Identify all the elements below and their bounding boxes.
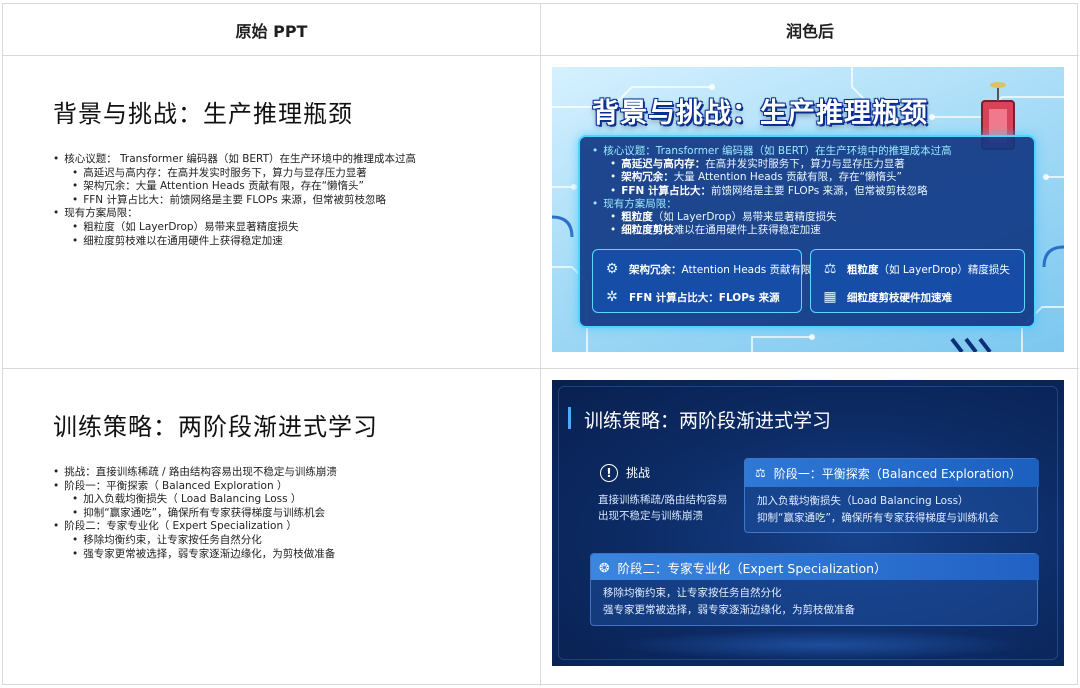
card-row: ⚙ 架构冗余：Attention Heads 贡献有限 <box>603 260 812 278</box>
list-item: 移除均衡约束，让专家按任务自然分化 <box>53 534 540 548</box>
glow-decoration <box>612 630 1032 660</box>
alert-icon: ! <box>600 464 618 482</box>
polished-slide-2-title: 训练策略：两阶段渐进式学习 <box>584 410 832 432</box>
list-item: 高延迟与高内存：在高并发实时服务下，算力与显存压力显著 <box>592 158 952 171</box>
list-item: 现有方案局限： <box>592 198 952 211</box>
list-item: 架构冗余：大量 Attention Heads 贡献有限，存在“懒惰头” <box>592 171 952 184</box>
content-panel: 核心议题：Transformer 编码器（如 BERT）在生产环境中的推理成本过… <box>578 135 1036 328</box>
header-original: 原始 PPT <box>3 4 541 56</box>
stage2-text: 移除均衡约束，让专家按任务自然分化 强专家更常被选择，弱专家逐渐边缘化，为剪枝做… <box>603 587 855 616</box>
polished-slide-1-cell: 背景与挑战：生产推理瓶颈 核心议题：Transformer 编码器（如 BERT… <box>541 56 1079 369</box>
polished-slide-1: 背景与挑战：生产推理瓶颈 核心议题：Transformer 编码器（如 BERT… <box>552 67 1064 352</box>
list-item: 抑制“赢家通吃”，确保所有专家获得梯度与训练机会 <box>53 507 540 521</box>
list-item: 粗粒度（如 LayerDrop）易带来显著精度损失 <box>592 211 952 224</box>
list-item: 核心议题：Transformer 编码器（如 BERT）在生产环境中的推理成本过… <box>592 145 951 158</box>
list-item: 挑战：直接训练稀疏 / 路由结构容易出现不稳定与训练崩溃 <box>53 466 540 480</box>
polished-slide-1-bullets: 核心议题：Transformer 编码器（如 BERT）在生产环境中的推理成本过… <box>592 145 952 237</box>
original-slide-1: 背景与挑战：生产推理瓶颈 核心议题： Transformer 编码器（如 BER… <box>3 56 541 369</box>
brain-icon: ❂ <box>599 559 610 575</box>
list-item: 架构冗余：大量 Attention Heads 贡献有限，存在“懒惰头” <box>53 180 540 194</box>
stage1-text: 加入负载均衡损失（Load Balancing Loss） 抑制“赢家通吃”，确… <box>757 495 999 524</box>
redundancy-card: ⚙ 架构冗余：Attention Heads 贡献有限 ✲ FFN 计算占比大：… <box>592 249 812 313</box>
challenge-label: 挑战 <box>626 466 651 480</box>
list-item: FFN 计算占比大：前馈网络是主要 FLOPs 来源，但常被剪枝忽略 <box>592 185 952 198</box>
original-slide-1-title: 背景与挑战：生产推理瓶颈 <box>53 100 353 128</box>
original-slide-2: 训练策略：两阶段渐进式学习 挑战：直接训练稀疏 / 路由结构容易出现不稳定与训练… <box>3 369 541 686</box>
list-item: 细粒度剪枝难以在通用硬件上获得稳定加速 <box>592 224 952 237</box>
stage1-title: 阶段一：平衡探索（Balanced Exploration） <box>773 466 1022 481</box>
list-item: 高延迟与高内存：在高并发实时服务下，算力与显存压力显著 <box>53 167 540 181</box>
title-accent-bar <box>568 407 571 429</box>
card-row: ⚖ 粗粒度（如 LayerDrop）精度损失 <box>821 260 1010 278</box>
challenge-text: 直接训练稀疏/路由结构容易 出现不稳定与训练崩溃 <box>598 494 728 522</box>
balance-scale-icon: ⚖ <box>755 466 766 480</box>
stage2-card: ❂ 阶段二：专家专业化（Expert Specialization） 移除均衡约… <box>590 553 1039 626</box>
gear-question-icon: ⚙ <box>605 261 619 277</box>
header-polished: 润色后 <box>541 4 1079 56</box>
chip-icon: ▦ <box>823 289 837 305</box>
header-polished-label: 润色后 <box>785 21 834 41</box>
original-slide-2-bullets: 挑战：直接训练稀疏 / 路由结构容易出现不稳定与训练崩溃 阶段一：平衡探索（ B… <box>53 466 540 561</box>
list-item: 阶段一：平衡探索（ Balanced Exploration ） <box>53 480 540 494</box>
stage1-card: ⚖ 阶段一：平衡探索（Balanced Exploration） 加入负载均衡损… <box>744 458 1039 533</box>
list-item: FFN 计算占比大：前馈网络是主要 FLOPs 来源，但常被剪枝忽略 <box>53 194 540 208</box>
comparison-table: 原始 PPT 润色后 背景与挑战：生产推理瓶颈 核心议题： Transforme… <box>2 3 1079 686</box>
list-item: 强专家更常被选择，弱专家逐渐边缘化，为剪枝做准备 <box>53 548 540 562</box>
original-slide-2-title: 训练策略：两阶段渐进式学习 <box>53 413 378 441</box>
list-item: 细粒度剪枝难以在通用硬件上获得稳定加速 <box>53 235 540 249</box>
limitation-card: ⚖ 粗粒度（如 LayerDrop）精度损失 ▦ 细粒度剪枝硬件加速难 <box>810 249 1025 313</box>
header-original-label: 原始 PPT <box>235 21 308 41</box>
list-item: 核心议题： Transformer 编码器（如 BERT）在生产环境中的推理成本… <box>53 153 540 167</box>
polished-slide-1-title: 背景与挑战：生产推理瓶颈 <box>592 98 928 129</box>
stage2-header: ❂ 阶段二：专家专业化（Expert Specialization） <box>591 554 1039 580</box>
card-row: ✲ FFN 计算占比大：FLOPs 来源 <box>603 288 780 306</box>
list-item: 现有方案局限： <box>53 207 540 221</box>
list-item: 粗粒度（如 LayerDrop）易带来显著精度损失 <box>53 221 540 235</box>
stage2-title: 阶段二：专家专业化（Expert Specialization） <box>617 560 887 576</box>
original-slide-1-bullets: 核心议题： Transformer 编码器（如 BERT）在生产环境中的推理成本… <box>53 153 540 248</box>
polished-slide-2-cell: 训练策略：两阶段渐进式学习 ! 挑战 直接训练稀疏/路由结构容易 出现不稳定与训… <box>541 369 1079 686</box>
polished-slide-2: 训练策略：两阶段渐进式学习 ! 挑战 直接训练稀疏/路由结构容易 出现不稳定与训… <box>552 380 1064 666</box>
list-item: 阶段二：专家专业化（ Expert Specialization ） <box>53 520 540 534</box>
stage1-header: ⚖ 阶段一：平衡探索（Balanced Exploration） <box>745 459 1039 487</box>
network-icon: ✲ <box>606 289 618 305</box>
card-row: ▦ 细粒度剪枝硬件加速难 <box>821 288 952 306</box>
balance-scale-icon: ⚖ <box>823 261 837 277</box>
list-item: 加入负载均衡损失（ Load Balancing Loss ） <box>53 493 540 507</box>
